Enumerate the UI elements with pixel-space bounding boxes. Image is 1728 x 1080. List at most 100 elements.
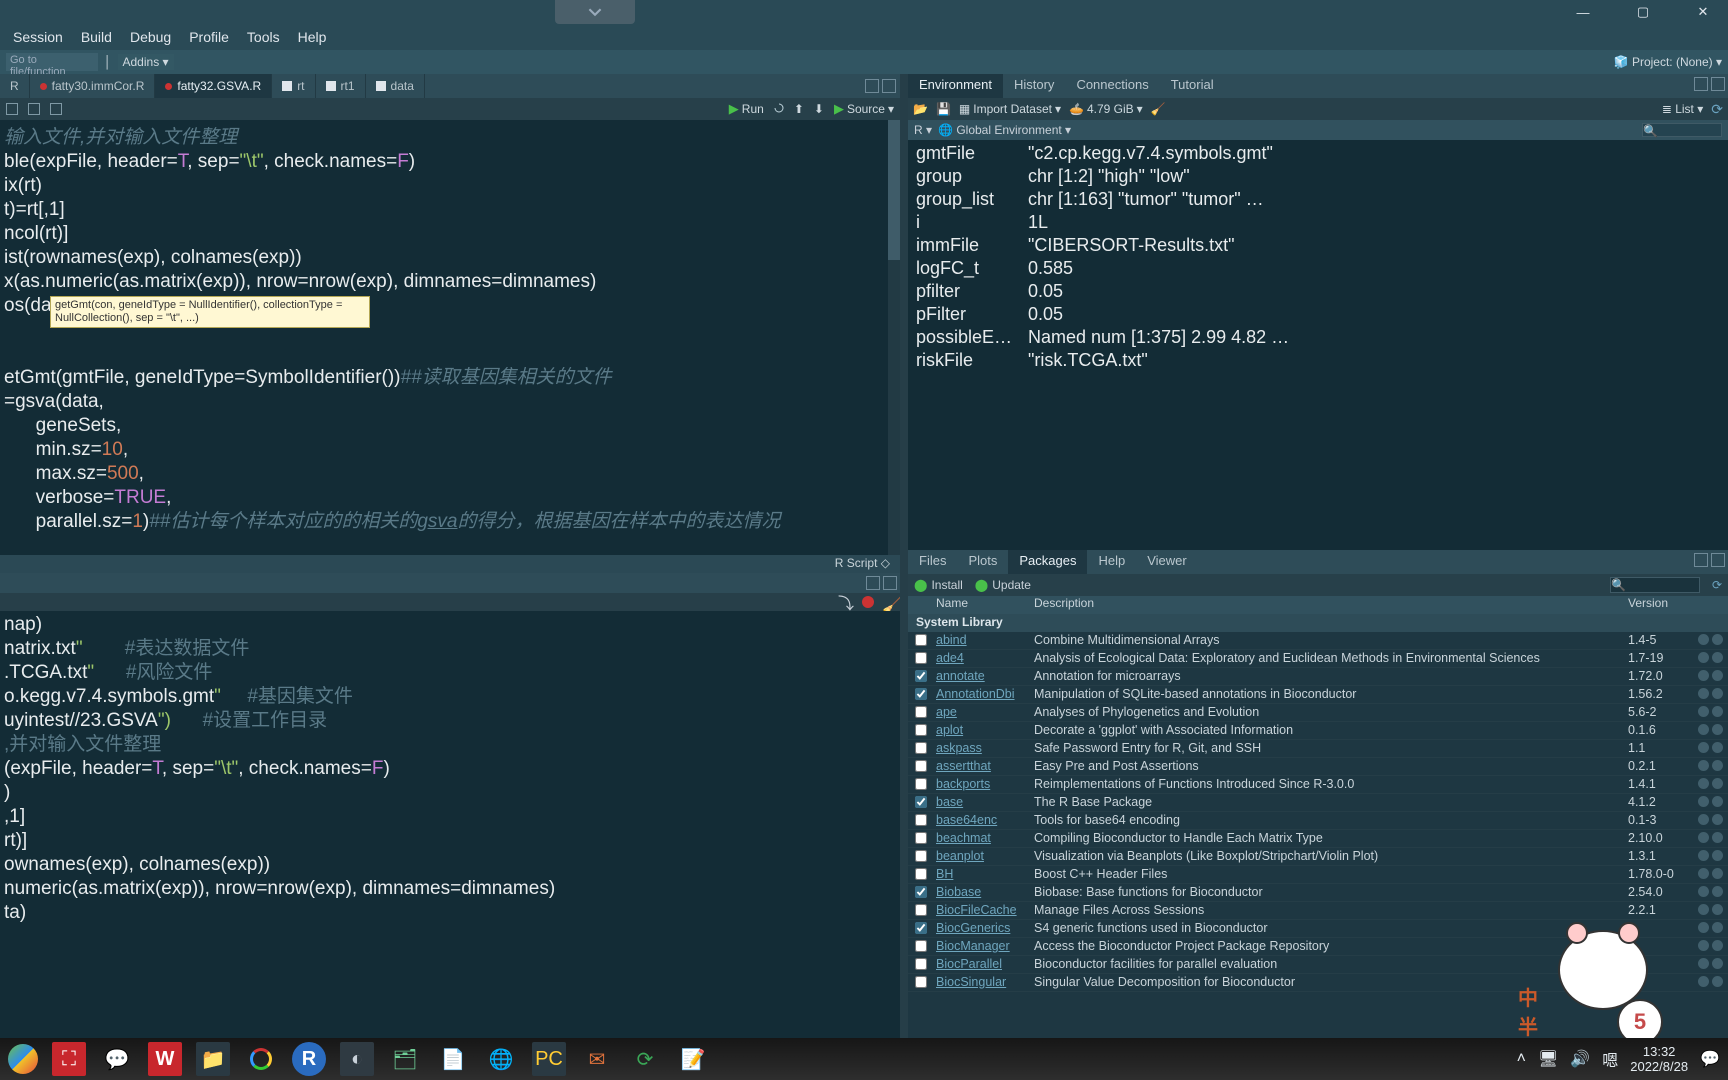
taskbar-app[interactable]: 🗂 — [388, 1042, 422, 1076]
package-web-icon[interactable] — [1698, 904, 1709, 915]
tab-viewer[interactable]: Viewer — [1136, 550, 1198, 574]
package-web-icon[interactable] — [1698, 778, 1709, 789]
env-search-input[interactable]: 🔍 — [1642, 123, 1722, 137]
memory-usage[interactable]: 🥧 4.79 GiB ▾ — [1069, 102, 1143, 116]
package-checkbox[interactable] — [915, 706, 927, 718]
save-icon[interactable] — [50, 103, 62, 115]
package-remove-icon[interactable] — [1712, 814, 1723, 825]
menu-item[interactable]: Session — [4, 26, 72, 48]
tab-data[interactable]: data — [366, 74, 425, 98]
scope-select[interactable]: 🌐 Global Environment ▾ — [938, 123, 1071, 137]
taskbar-clock[interactable]: 13:32 2022/8/28 — [1630, 1044, 1688, 1074]
stop-icon[interactable] — [862, 596, 874, 608]
pkg-search-input[interactable]: 🔍 — [1610, 577, 1700, 593]
package-web-icon[interactable] — [1698, 976, 1709, 987]
package-checkbox[interactable] — [915, 940, 927, 952]
tab-file[interactable]: fatty32.GSVA.R — [155, 74, 272, 98]
maximize-button[interactable]: ▢ — [1624, 0, 1662, 24]
package-web-icon[interactable] — [1698, 724, 1709, 735]
package-remove-icon[interactable] — [1712, 922, 1723, 933]
package-checkbox[interactable] — [915, 634, 927, 646]
package-row[interactable]: base64enc Tools for base64 encoding 0.1-… — [908, 812, 1728, 830]
source-button[interactable]: ▶Source ▾ — [834, 101, 894, 117]
import-dataset-button[interactable]: ▦ Import Dataset ▾ — [959, 102, 1061, 116]
package-name-link[interactable]: abind — [934, 633, 1034, 648]
package-remove-icon[interactable] — [1712, 688, 1723, 699]
code-editor[interactable]: 输入文件,并对输入文件整理ble(expFile, header=T, sep=… — [0, 120, 900, 555]
clear-icon[interactable]: 🧹 — [882, 596, 894, 608]
package-remove-icon[interactable] — [1712, 850, 1723, 861]
pane-min-icon[interactable] — [865, 79, 879, 93]
tab-history[interactable]: History — [1003, 74, 1065, 98]
install-button[interactable]: ⬤ Install — [914, 578, 963, 592]
list-view-button[interactable]: ≣ List ▾ — [1662, 102, 1703, 116]
package-remove-icon[interactable] — [1712, 670, 1723, 681]
package-remove-icon[interactable] — [1712, 796, 1723, 807]
package-name-link[interactable]: annotate — [934, 669, 1034, 684]
tray-volume-icon[interactable]: 🔊 — [1570, 1049, 1590, 1069]
package-web-icon[interactable] — [1698, 958, 1709, 969]
package-web-icon[interactable] — [1698, 706, 1709, 717]
package-web-icon[interactable] — [1698, 832, 1709, 843]
package-row[interactable]: base The R Base Package 4.1.2 — [908, 794, 1728, 812]
close-button[interactable]: ✕ — [1684, 0, 1722, 24]
package-name-link[interactable]: backports — [934, 777, 1034, 792]
vertical-splitter[interactable] — [900, 74, 908, 1038]
taskbar-app[interactable]: 💬 — [100, 1042, 134, 1076]
package-web-icon[interactable] — [1698, 760, 1709, 771]
pane-max-icon[interactable] — [1711, 77, 1725, 91]
package-name-link[interactable]: ape — [934, 705, 1034, 720]
ime-mascot[interactable]: 中半 5 — [1558, 930, 1658, 1040]
package-row[interactable]: abind Combine Multidimensional Arrays 1.… — [908, 632, 1728, 650]
taskbar-app[interactable]: ◐ — [340, 1042, 374, 1076]
pane-min-icon[interactable] — [866, 576, 880, 590]
pane-min-icon[interactable] — [1694, 553, 1708, 567]
package-checkbox[interactable] — [915, 850, 927, 862]
package-row[interactable]: AnnotationDbi Manipulation of SQLite-bas… — [908, 686, 1728, 704]
package-checkbox[interactable] — [915, 652, 927, 664]
package-checkbox[interactable] — [915, 724, 927, 736]
menu-item[interactable]: Debug — [121, 26, 180, 48]
package-name-link[interactable]: beanplot — [934, 849, 1034, 864]
package-name-link[interactable]: askpass — [934, 741, 1034, 756]
package-row[interactable]: BH Boost C++ Header Files 1.78.0-0 — [908, 866, 1728, 884]
pane-min-icon[interactable] — [1694, 77, 1708, 91]
package-row[interactable]: Biobase Biobase: Base functions for Bioc… — [908, 884, 1728, 902]
package-checkbox[interactable] — [915, 958, 927, 970]
package-remove-icon[interactable] — [1712, 976, 1723, 987]
package-row[interactable]: BiocFileCache Manage Files Across Sessio… — [908, 902, 1728, 920]
back-icon[interactable] — [6, 103, 18, 115]
package-web-icon[interactable] — [1698, 814, 1709, 825]
menu-item[interactable]: Profile — [180, 26, 238, 48]
package-checkbox[interactable] — [915, 796, 927, 808]
rerun-button[interactable] — [774, 102, 784, 116]
package-name-link[interactable]: BH — [934, 867, 1034, 882]
tab-connections[interactable]: Connections — [1065, 74, 1159, 98]
package-web-icon[interactable] — [1698, 940, 1709, 951]
package-name-link[interactable]: BiocParallel — [934, 957, 1034, 972]
pane-max-icon[interactable] — [883, 576, 897, 590]
tray-notification-icon[interactable]: 💬 — [1700, 1049, 1720, 1069]
package-row[interactable]: ade4 Analysis of Ecological Data: Explor… — [908, 650, 1728, 668]
package-checkbox[interactable] — [915, 760, 927, 772]
package-remove-icon[interactable] — [1712, 778, 1723, 789]
package-row[interactable]: backports Reimplementations of Functions… — [908, 776, 1728, 794]
taskbar-app[interactable]: 🌐 — [484, 1042, 518, 1076]
package-checkbox[interactable] — [915, 742, 927, 754]
package-name-link[interactable]: aplot — [934, 723, 1034, 738]
taskbar-app[interactable]: ⛶ — [52, 1042, 86, 1076]
tab-help[interactable]: Help — [1087, 550, 1136, 574]
package-remove-icon[interactable] — [1712, 886, 1723, 897]
tab-packages[interactable]: Packages — [1008, 550, 1087, 574]
taskbar-app[interactable] — [244, 1042, 278, 1076]
taskbar-app[interactable]: PC — [532, 1042, 566, 1076]
menu-item[interactable]: Tools — [238, 26, 289, 48]
forward-icon[interactable] — [28, 103, 40, 115]
taskbar-app[interactable]: 📝 — [676, 1042, 710, 1076]
save-workspace-button[interactable]: 💾 — [936, 102, 951, 116]
package-name-link[interactable]: base — [934, 795, 1034, 810]
package-checkbox[interactable] — [915, 868, 927, 880]
package-web-icon[interactable] — [1698, 922, 1709, 933]
tab-tutorial[interactable]: Tutorial — [1160, 74, 1225, 98]
tray-up-icon[interactable]: ˄ — [1517, 1050, 1526, 1068]
